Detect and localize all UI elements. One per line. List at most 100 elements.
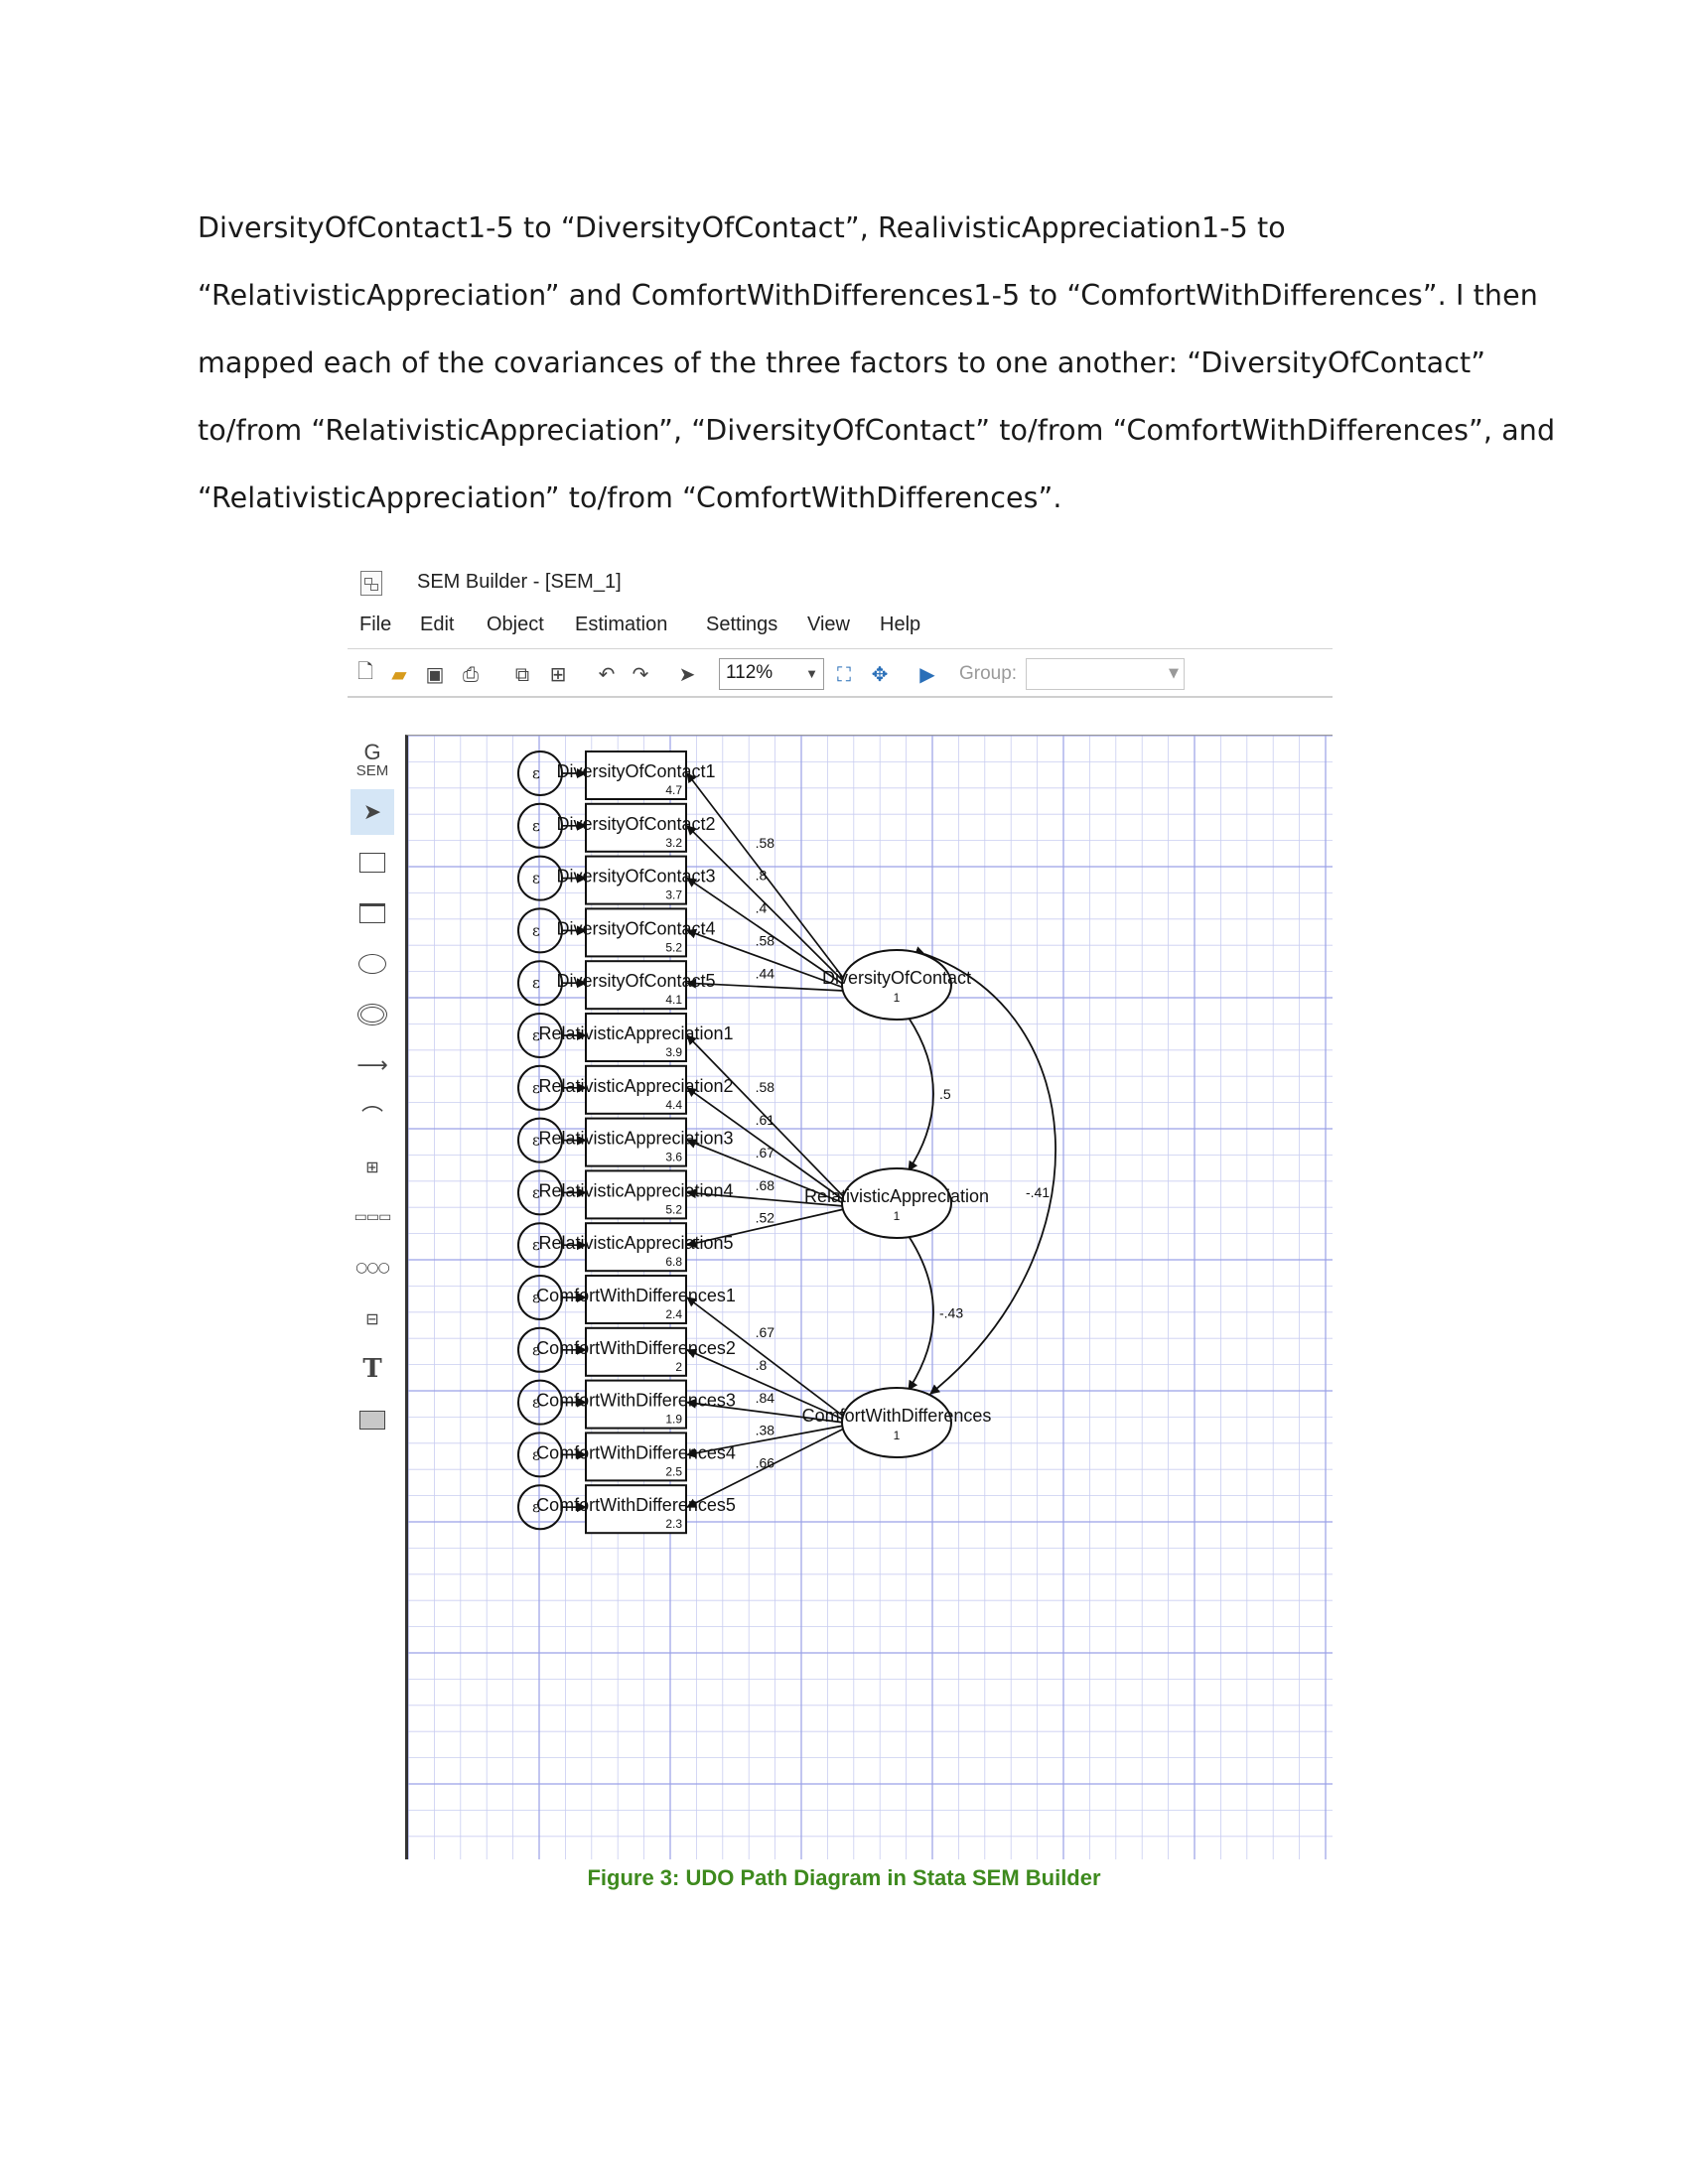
error-label: ε (532, 1445, 540, 1463)
tool-observed-set[interactable]: ▭▭▭ (351, 1194, 394, 1240)
text-t-icon: T (362, 1354, 382, 1384)
window-title: SEM Builder - [SEM_1] (417, 571, 622, 593)
latent-variable-name: ComfortWithDifferences (802, 1406, 992, 1426)
error-label: ε (532, 1079, 540, 1097)
covariance-path (899, 1007, 934, 1171)
covariance-path (899, 1225, 934, 1391)
error-label: ε (532, 1236, 540, 1254)
title-bar: SEM Builder - [SEM_1] (348, 561, 1333, 605)
loading-label: .58 (756, 932, 775, 948)
canvas-area: G SEM ➤ ⟶ ⌒ ⊞ ▭▭▭ ○○○ ⊟ T .58 .8 .4 .58 … (348, 735, 1333, 1859)
observed-variable-intercept: 6.8 (665, 1255, 682, 1269)
loading-label: .68 (756, 1177, 775, 1193)
menu-file[interactable]: File (359, 614, 391, 636)
new-file-icon[interactable]: 🗋 (352, 659, 379, 688)
error-label: ε (532, 870, 540, 887)
menu-view[interactable]: View (807, 614, 850, 636)
observed-variable-intercept: 4.7 (665, 783, 682, 797)
paragraph-line: mapped each of the covariances of the th… (198, 346, 1486, 379)
tool-regression-component[interactable]: ⊟ (351, 1296, 394, 1341)
observed-variable-name: ComfortWithDifferences5 (536, 1495, 736, 1515)
loading-label: .58 (756, 1079, 775, 1095)
pointer-icon: ➤ (362, 799, 382, 825)
tool-observed-variable[interactable] (351, 840, 394, 886)
error-label: ε (532, 974, 540, 992)
covariance-label: -.41 (1026, 1184, 1050, 1200)
observed-variable-name: ComfortWithDifferences1 (536, 1286, 736, 1305)
estimate-icon[interactable]: ▶ (914, 660, 941, 688)
error-circle (517, 960, 563, 1007)
double-ellipse-icon (357, 1004, 387, 1025)
diagram-canvas[interactable]: .58.8.4.58.44.58.61.67.68.52.67.8.84.38.… (405, 735, 1333, 1859)
latent-variable-name: RelativisticAppreciation (804, 1186, 989, 1206)
tool-generalized-observed[interactable] (351, 890, 394, 936)
paragraph-line: to/from “RelativisticAppreciation”, “Div… (198, 414, 1556, 447)
tool-multilevel-latent[interactable] (351, 992, 394, 1037)
save-icon[interactable]: ▣ (421, 660, 449, 688)
observed-variable-intercept: 3.9 (665, 1045, 682, 1059)
covariance-label: -.43 (939, 1305, 963, 1321)
loading-label: .8 (756, 868, 768, 884)
error-circle (517, 802, 563, 849)
tool-latent-set[interactable]: ○○○ (351, 1245, 394, 1291)
filled-rectangle-icon (359, 1410, 385, 1430)
observed-variable-intercept: 3.6 (665, 1151, 682, 1164)
tool-path[interactable]: ⟶ (351, 1042, 394, 1088)
loading-label: .44 (756, 965, 775, 981)
paragraph-line: DiversityOfContact1-5 to “DiversityOfCon… (198, 211, 1286, 244)
select-pointer-icon[interactable]: ➤ (673, 660, 701, 688)
latent-variable-variance: 1 (894, 991, 901, 1005)
loading-label: .67 (756, 1145, 775, 1160)
undo-icon[interactable]: ↶ (593, 660, 621, 688)
group-select[interactable]: ▼ (1026, 658, 1185, 690)
chevron-down-icon: ▼ (805, 666, 818, 681)
ellipse-icon (358, 954, 386, 974)
tool-select-pointer[interactable]: ➤ (351, 789, 394, 835)
observed-variable-name: DiversityOfContact5 (556, 971, 715, 991)
latent-variable-variance: 1 (894, 1429, 901, 1442)
loading-label: .4 (756, 900, 768, 916)
observed-variable-name: DiversityOfContact4 (556, 918, 715, 938)
observed-variable-name: ComfortWithDifferences3 (536, 1391, 736, 1411)
pan-icon[interactable]: ✥ (866, 660, 894, 688)
covariance-path (914, 946, 1056, 1395)
curved-arrow-icon: ⌒ (360, 1106, 383, 1131)
gsem-logo-g: G (363, 739, 381, 764)
error-label: ε (532, 1341, 540, 1359)
open-folder-icon[interactable]: ▰ (385, 660, 413, 688)
error-label: ε (532, 1183, 540, 1201)
arrow-right-icon: ⟶ (356, 1052, 388, 1078)
menu-settings[interactable]: Settings (706, 614, 777, 636)
tool-area[interactable] (351, 1397, 394, 1442)
menu-estimation[interactable]: Estimation (575, 614, 667, 636)
three-circles-icon: ○○○ (355, 1260, 390, 1276)
redo-icon[interactable]: ↷ (627, 660, 654, 688)
tool-measurement-component[interactable]: ⊞ (351, 1144, 394, 1189)
tool-palette: G SEM ➤ ⟶ ⌒ ⊞ ▭▭▭ ○○○ ⊟ T (348, 735, 397, 1859)
observed-variable-intercept: 2.4 (665, 1307, 682, 1321)
paste-icon[interactable]: ⊞ (544, 660, 572, 688)
error-label: ε (532, 764, 540, 782)
fit-icon[interactable]: ⛶ (830, 660, 858, 688)
group-label: Group: (959, 663, 1018, 684)
observed-variable-intercept: 5.2 (665, 940, 682, 954)
error-label: ε (532, 1132, 540, 1150)
error-label: ε (532, 921, 540, 939)
observed-variable-intercept: 2.3 (665, 1517, 682, 1531)
tool-latent-variable[interactable] (351, 941, 394, 987)
tool-text[interactable]: T (351, 1346, 394, 1392)
loading-label: .84 (756, 1390, 775, 1406)
figure-caption: Figure 3: UDO Path Diagram in Stata SEM … (587, 1865, 1101, 1890)
print-icon[interactable]: ⎙ (457, 660, 485, 688)
observed-variable-name: DiversityOfContact2 (556, 814, 715, 834)
tool-covariance[interactable]: ⌒ (351, 1093, 394, 1139)
measurement-icon: ⊞ (365, 1157, 379, 1176)
zoom-select[interactable]: 112% ▼ (719, 658, 824, 690)
menu-edit[interactable]: Edit (420, 614, 454, 636)
copy-icon[interactable]: ⧉ (508, 660, 536, 688)
body-paragraph: DiversityOfContact1-5 to “DiversityOfCon… (198, 195, 1556, 532)
error-label: ε (532, 1289, 540, 1306)
menu-object[interactable]: Object (487, 614, 544, 636)
menu-help[interactable]: Help (880, 614, 920, 636)
loading-label: .58 (756, 835, 775, 851)
